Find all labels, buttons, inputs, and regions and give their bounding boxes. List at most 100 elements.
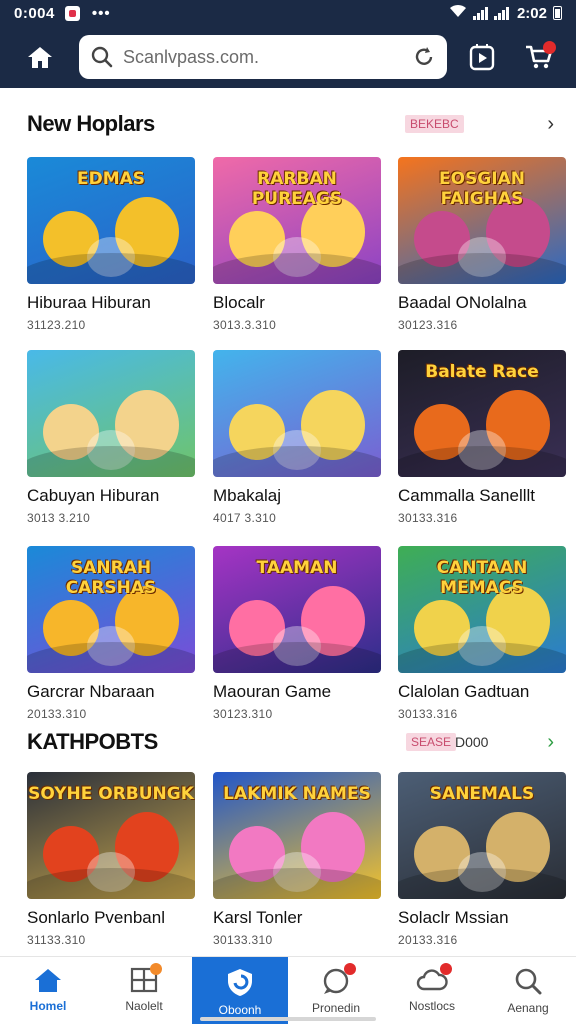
game-title[interactable]: Blocalr <box>213 293 381 313</box>
section-badge[interactable]: SEASE <box>406 733 457 751</box>
game-meta: 20133.316 <box>398 933 458 947</box>
home-indicator <box>200 1017 376 1021</box>
game-title[interactable]: Cammalla Sanelllt <box>398 486 566 506</box>
cart-badge <box>543 41 556 54</box>
game-meta: 30123.316 <box>398 318 458 332</box>
game-card[interactable]: EOSGIAN FAIGHAS Baadal ONolalna 30123.316 <box>398 157 566 332</box>
game-meta: 31133.310 <box>27 933 86 947</box>
game-card[interactable]: TAAMAN Maouran Game 30123.310 <box>213 546 381 721</box>
nav-chat[interactable]: Pronedin <box>288 957 384 1024</box>
search-icon <box>91 46 113 68</box>
game-card[interactable]: Mbakalaj 4017 3.310 <box>213 350 381 525</box>
game-meta: 3013 3.210 <box>27 511 91 525</box>
nav-label: Aenang <box>507 1001 549 1015</box>
section-badge[interactable]: BEKEBC <box>405 115 464 133</box>
notification-icon <box>64 5 80 21</box>
section-title: KATHPOBTS <box>27 729 158 754</box>
status-clock: 2:02 <box>516 4 547 22</box>
notification-badge <box>440 963 452 975</box>
game-meta: 3013.3.310 <box>213 318 277 332</box>
thumbnail-art <box>213 642 381 673</box>
section-badge-extra: D000 <box>455 734 489 750</box>
game-title[interactable]: Garcrar Nbaraan <box>27 682 195 702</box>
game-thumbnail[interactable]: SANEMALS <box>398 772 566 899</box>
game-thumbnail[interactable]: Balate Race <box>398 350 566 477</box>
game-title[interactable]: Maouran Game <box>213 682 381 702</box>
thumbnail-art <box>398 868 566 899</box>
game-title[interactable]: Sonlarlo Pvenbanl <box>27 908 195 928</box>
game-meta: 30133.316 <box>398 707 458 721</box>
thumbnail-title: SANEMALS <box>429 784 535 804</box>
play-store-icon <box>469 44 495 71</box>
thumbnail-title: EOSGIAN FAIGHAS <box>439 169 525 209</box>
game-card[interactable]: CANTAAN MEMACS Clalolan Gadtuan 30133.316 <box>398 546 566 721</box>
game-thumbnail[interactable]: EDMAS <box>27 157 195 284</box>
thumbnail-title: RARBAN PUREAGS <box>251 169 343 209</box>
game-card[interactable]: SANEMALS Solaclr Mssian 20133.316 <box>398 772 566 947</box>
thumbnail-art <box>213 253 381 284</box>
game-thumbnail[interactable] <box>27 350 195 477</box>
game-title[interactable]: Mbakalaj <box>213 486 381 506</box>
game-title[interactable]: Karsl Tonler <box>213 908 381 928</box>
game-thumbnail[interactable]: SOYHE ORBUNGK <box>27 772 195 899</box>
game-card[interactable]: Cabuyan Hiburan 3013 3.210 <box>27 350 195 525</box>
home-icon <box>35 969 61 992</box>
thumbnail-title: LAKMIK NAMES <box>223 784 371 804</box>
signal-icon-2 <box>493 6 509 20</box>
nav-search[interactable]: Aenang <box>480 957 576 1024</box>
game-title[interactable]: Baadal ONolalna <box>398 293 566 313</box>
status-time: 0:004 <box>14 4 55 22</box>
thumbnail-title: SOYHE ORBUNGK <box>28 784 194 804</box>
game-card[interactable]: RARBAN PUREAGS Blocalr 3013.3.310 <box>213 157 381 332</box>
nav-home[interactable]: Homel <box>0 957 96 1024</box>
home-button[interactable] <box>20 37 60 77</box>
game-thumbnail[interactable] <box>213 350 381 477</box>
thumbnail-title: CANTAAN MEMACS <box>436 558 528 598</box>
game-meta: 20133.310 <box>27 707 87 721</box>
game-card[interactable]: LAKMIK NAMES Karsl Tonler 30133.310 <box>213 772 381 947</box>
game-card[interactable]: SANRAH CARSHAS Garcrar Nbaraan 20133.310 <box>27 546 195 721</box>
search-input[interactable]: Scanlvpass.com. <box>79 35 447 79</box>
nav-label: Nostlocs <box>408 999 455 1013</box>
notification-badge <box>344 963 356 975</box>
game-card[interactable]: EDMAS Hiburaa Hiburan 31123.210 <box>27 157 195 332</box>
signal-icon <box>472 6 488 20</box>
game-card[interactable]: Balate Race Cammalla Sanelllt 30133.316 <box>398 350 566 525</box>
game-thumbnail[interactable]: TAAMAN <box>213 546 381 673</box>
bottom-nav: Homel Naolelt Oboonh Pronedin Nostlocs A… <box>0 956 576 1024</box>
game-thumbnail[interactable]: LAKMIK NAMES <box>213 772 381 899</box>
nav-label: Oboonh <box>218 1003 262 1017</box>
home-icon <box>28 47 52 68</box>
thumbnail-art <box>398 253 566 284</box>
refresh-icon[interactable] <box>413 46 435 68</box>
nav-grid[interactable]: Naolelt <box>96 957 192 1024</box>
game-meta: 31123.210 <box>27 318 86 332</box>
game-title[interactable]: Hiburaa Hiburan <box>27 293 195 313</box>
thumbnail-art <box>213 446 381 477</box>
nav-shield[interactable]: Oboonh <box>192 957 288 1024</box>
game-title[interactable]: Clalolan Gadtuan <box>398 682 566 702</box>
status-right: 2:02 <box>449 4 562 22</box>
thumbnail-art <box>27 446 195 477</box>
game-title[interactable]: Cabuyan Hiburan <box>27 486 195 506</box>
thumbnail-art <box>398 446 566 477</box>
nav-label: Homel <box>29 999 67 1013</box>
game-thumbnail[interactable]: CANTAAN MEMACS <box>398 546 566 673</box>
chevron-right-icon[interactable]: › <box>547 731 554 754</box>
game-thumbnail[interactable]: SANRAH CARSHAS <box>27 546 195 673</box>
thumbnail-art <box>27 253 195 284</box>
game-card[interactable]: SOYHE ORBUNGK Sonlarlo Pvenbanl 31133.310 <box>27 772 195 947</box>
cart-button[interactable] <box>520 38 558 76</box>
chevron-right-icon[interactable]: › <box>547 113 554 136</box>
thumbnail-title: EDMAS <box>76 169 146 189</box>
search-icon <box>515 968 542 995</box>
search-placeholder: Scanlvpass.com. <box>123 46 260 67</box>
game-thumbnail[interactable]: EOSGIAN FAIGHAS <box>398 157 566 284</box>
game-thumbnail[interactable]: RARBAN PUREAGS <box>213 157 381 284</box>
play-store-button[interactable] <box>463 38 501 76</box>
game-title[interactable]: Solaclr Mssian <box>398 908 566 928</box>
nav-cloud[interactable]: Nostlocs <box>384 957 480 1024</box>
battery-icon <box>553 6 562 20</box>
game-meta: 4017 3.310 <box>213 511 277 525</box>
game-meta: 30123.310 <box>213 707 273 721</box>
